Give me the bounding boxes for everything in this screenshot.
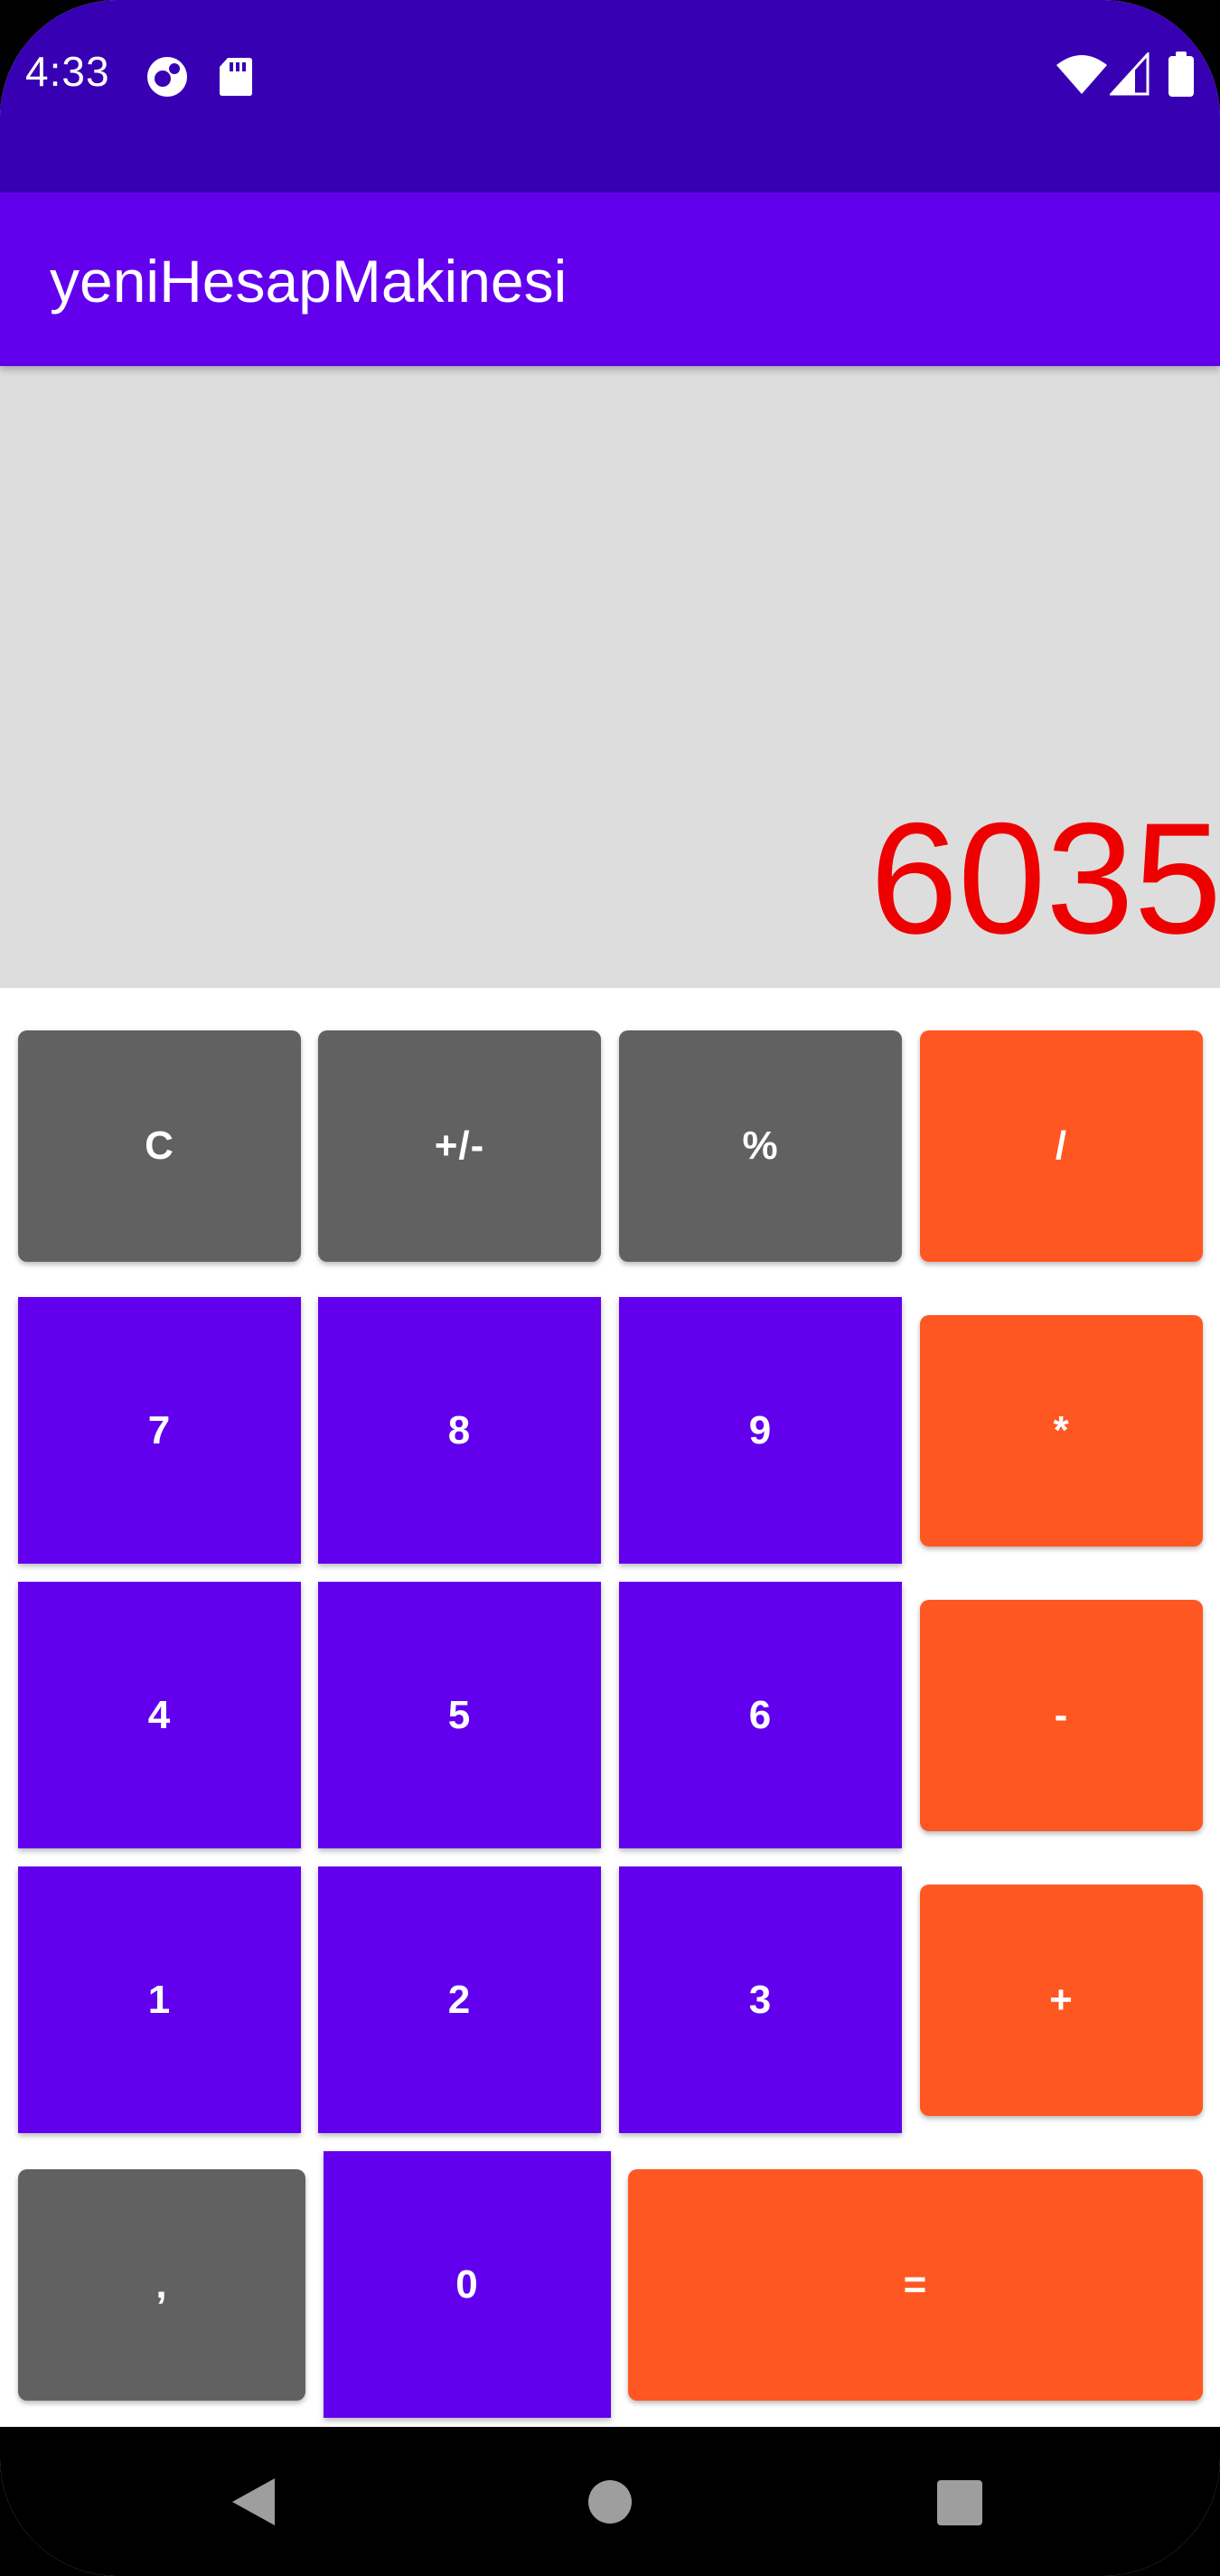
app-bar: yeniHesapMakinesi [0,193,1220,366]
status-time: 4:33 [25,48,110,95]
navigation-bar [0,2427,1220,2576]
digit-0-button[interactable]: 0 [324,2151,611,2418]
plus-button[interactable]: + [920,1885,1203,2116]
signal-icon [1110,52,1150,96]
sd-card-icon [220,58,252,96]
digit-8-button[interactable]: 8 [318,1297,601,1564]
percent-button[interactable]: % [619,1030,902,1262]
digit-4-button[interactable]: 4 [18,1582,301,1848]
clear-button[interactable]: C [18,1030,301,1262]
phone-screen: 4:33 yeniHesapMakinesi 6035 C +/- % / 7 … [0,0,1220,2576]
comma-button[interactable]: , [18,2169,305,2401]
multiply-button[interactable]: * [920,1315,1203,1547]
digit-3-button[interactable]: 3 [619,1866,902,2133]
divide-button[interactable]: / [920,1030,1203,1262]
status-bar: 4:33 [0,0,1220,193]
display-value: 6035 [869,791,1220,967]
home-icon[interactable] [587,2479,633,2524]
digit-6-button[interactable]: 6 [619,1582,902,1848]
assistant-icon [147,57,187,97]
battery-icon [1168,52,1194,97]
result-display: 6035 [0,366,1220,988]
digit-9-button[interactable]: 9 [619,1297,902,1564]
digit-1-button[interactable]: 1 [18,1866,301,2133]
back-icon[interactable] [230,2477,276,2527]
digit-7-button[interactable]: 7 [18,1297,301,1564]
digit-5-button[interactable]: 5 [318,1582,601,1848]
app-title: yeniHesapMakinesi [50,248,568,315]
plus-minus-button[interactable]: +/- [318,1030,601,1262]
equals-button[interactable]: = [628,2169,1203,2401]
recents-icon[interactable] [937,2480,982,2525]
digit-2-button[interactable]: 2 [318,1866,601,2133]
wifi-icon [1056,55,1107,94]
minus-button[interactable]: - [920,1600,1203,1831]
